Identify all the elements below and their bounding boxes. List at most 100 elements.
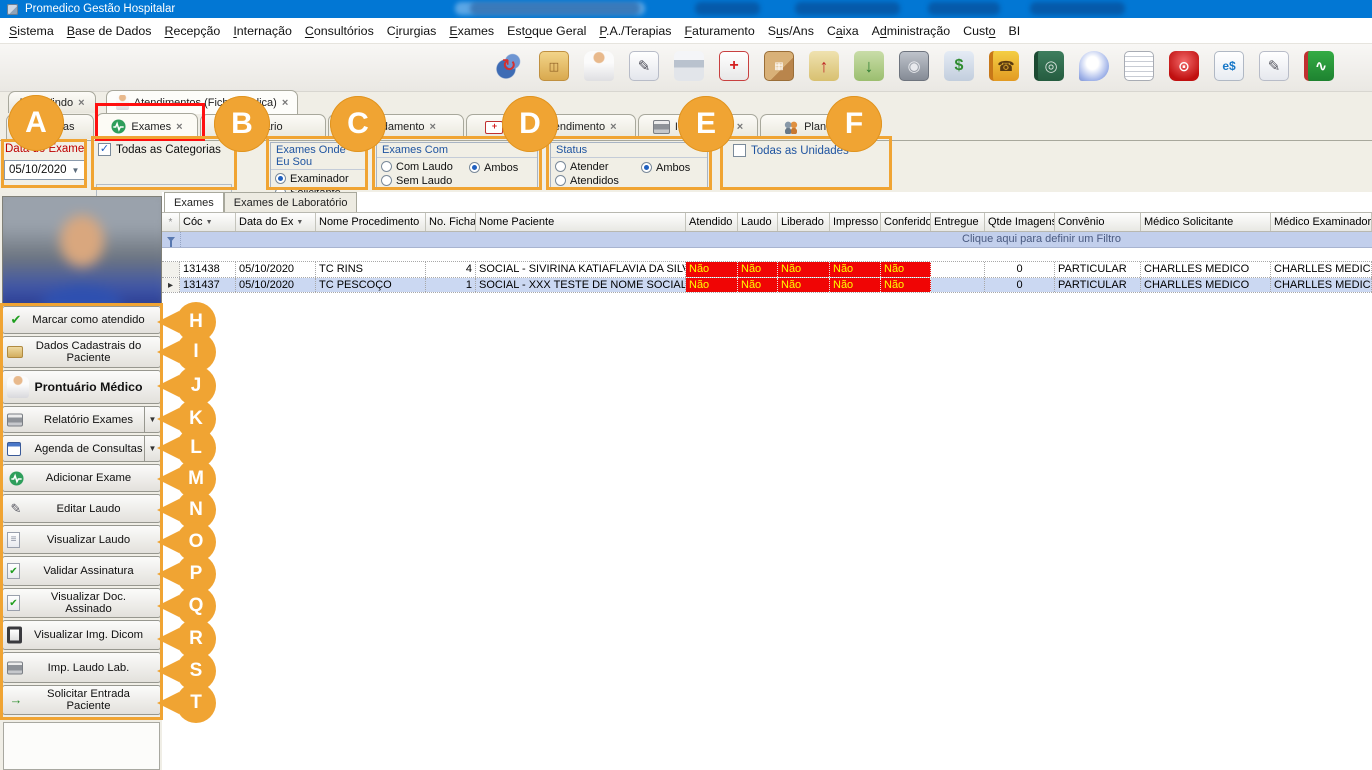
inventory-icon[interactable]: ▦ xyxy=(764,51,794,81)
menu-item-custo[interactable]: Custo xyxy=(963,24,995,38)
radio-dot[interactable] xyxy=(275,173,286,184)
column-header-impresso[interactable]: Impresso xyxy=(830,213,881,231)
invoice-report-icon[interactable] xyxy=(1124,51,1154,81)
radio-dot[interactable] xyxy=(381,161,392,172)
column-header-nome-paciente[interactable]: Nome Paciente xyxy=(476,213,686,231)
messages-icon[interactable] xyxy=(1079,51,1109,81)
sidebar-button-solicitar-entrada-paciente[interactable]: →Solicitar Entrada Paciente xyxy=(2,685,161,715)
sidebar-button-label: Dados Cadastrais do Paciente xyxy=(27,340,150,364)
column-header-liberado[interactable]: Liberado xyxy=(778,213,830,231)
sidebar-button-marcar-como-atendido[interactable]: ✔Marcar como atendido xyxy=(2,306,161,334)
sem-laudo-radio[interactable]: Sem Laudo xyxy=(381,174,537,187)
close-icon[interactable]: × xyxy=(610,121,616,133)
examinador-radio[interactable]: Examinador xyxy=(275,172,365,185)
menu-item-consultorios[interactable]: Consultórios xyxy=(305,24,374,38)
radio-dot[interactable] xyxy=(555,161,566,172)
sidebar-button-visualizar-laudo[interactable]: Visualizar Laudo xyxy=(2,525,161,554)
sidebar-button-adicionar-exame[interactable]: Adicionar Exame xyxy=(2,464,161,492)
revenue-up-icon[interactable]: ↑ xyxy=(809,51,839,81)
ambos-radio[interactable]: Ambos xyxy=(469,161,518,174)
column-header-medico-examinador[interactable]: Médico Examinador xyxy=(1271,213,1372,231)
menu-item-base-de-dados[interactable]: Base de Dados xyxy=(67,24,152,38)
tab-atendimentos-ficha-medica[interactable]: Atendimentos (Ficha Médica)× xyxy=(106,90,298,114)
sidebar-button-relatorio-exames[interactable]: Relatório Exames▼ xyxy=(2,406,161,433)
all-categories-checkbox[interactable]: ✓Todas as Categorias xyxy=(98,143,221,156)
system-monitor-icon[interactable]: ∿ xyxy=(1304,51,1334,81)
exam-date-combo[interactable]: 05/10/2020 ▼ xyxy=(4,160,85,180)
ambulance-icon[interactable]: + xyxy=(719,51,749,81)
expense-down-icon[interactable]: ↓ xyxy=(854,51,884,81)
ambos-status-radio[interactable]: Ambos xyxy=(641,161,690,174)
menu-item-p-a-terapias[interactable]: P.A./Terapias xyxy=(599,24,671,38)
sidebar-button-label: Editar Laudo xyxy=(56,503,120,515)
calendar-icon xyxy=(7,442,21,456)
close-icon[interactable]: × xyxy=(78,97,84,109)
menu-item-exames[interactable]: Exames xyxy=(449,24,494,38)
column-header-entregue[interactable]: Entregue xyxy=(931,213,985,231)
safe-icon[interactable]: ◉ xyxy=(899,51,929,81)
menu-item-bi[interactable]: BI xyxy=(1009,24,1021,38)
shutdown-icon[interactable]: ⊙ xyxy=(1169,51,1199,81)
column-header-medico-solicitante[interactable]: Médico Solicitante xyxy=(1141,213,1271,231)
menu-item-internacao[interactable]: Internação xyxy=(233,24,292,38)
menu-item-sus-ans[interactable]: Sus/Ans xyxy=(768,24,814,38)
menu-item-caixa[interactable]: Caixa xyxy=(827,24,859,38)
column-header-data-do-ex[interactable]: Data do Ex▼ xyxy=(236,213,316,231)
cell-medico-solicitante: CHARLLES MEDICO xyxy=(1141,278,1271,292)
doccheck-icon xyxy=(7,595,20,611)
column-header-atendido[interactable]: Atendido xyxy=(686,213,738,231)
checkbox-box[interactable] xyxy=(733,144,746,157)
signed-report-icon[interactable]: ✎ xyxy=(1259,51,1289,81)
grid-filter-row[interactable]: Clique aqui para definir um Filtro xyxy=(162,232,1372,248)
phone-directory-icon[interactable]: ☎ xyxy=(989,51,1019,81)
sidebar-button-editar-laudo[interactable]: ✎Editar Laudo xyxy=(2,494,161,523)
sidebar-button-prontuario-medico[interactable]: Prontuário Médico xyxy=(2,370,161,404)
close-icon[interactable]: × xyxy=(737,121,743,133)
radio-dot[interactable] xyxy=(469,162,480,173)
table-row[interactable]: ▸13143705/10/2020TC PESCOÇO1SOCIAL - XXX… xyxy=(162,277,1372,293)
atendidos-radio[interactable]: Atendidos xyxy=(555,174,707,187)
column-header-convenio[interactable]: Convênio xyxy=(1055,213,1141,231)
menu-item-sistema[interactable]: Sistema xyxy=(9,24,54,38)
cell-data-do-ex: 05/10/2020 xyxy=(236,278,316,292)
radio-dot[interactable] xyxy=(641,162,652,173)
grid-tab-exames[interactable]: Exames xyxy=(164,192,224,212)
table-row[interactable]: 13143805/10/2020TC RINS4SOCIAL - SIVIRIN… xyxy=(162,261,1372,277)
radio-dot[interactable] xyxy=(381,175,392,186)
doctor-icon[interactable] xyxy=(584,51,614,81)
column-header-laudo[interactable]: Laudo xyxy=(738,213,778,231)
menu-item-administracao[interactable]: Administração xyxy=(872,24,951,38)
close-icon[interactable]: × xyxy=(282,97,288,109)
contract-icon[interactable]: ✎ xyxy=(629,51,659,81)
grid-tab-exames-de-laboratorio[interactable]: Exames de Laboratório xyxy=(224,192,358,212)
hospital-bed-icon[interactable] xyxy=(674,51,704,81)
sidebar-button-dados-cadastrais-do-paciente[interactable]: Dados Cadastrais do Paciente xyxy=(2,336,161,368)
sidebar-button-imp-laudo-lab[interactable]: Imp. Laudo Lab. xyxy=(2,652,161,683)
menu-item-recepcao[interactable]: Recepção xyxy=(165,24,221,38)
close-icon[interactable]: × xyxy=(430,121,436,133)
radio-dot[interactable] xyxy=(555,175,566,186)
close-icon[interactable]: × xyxy=(176,121,182,133)
billing-calculator-icon[interactable]: $ xyxy=(944,51,974,81)
cell-no-ficha: 1 xyxy=(426,278,476,292)
column-label: Nome Paciente xyxy=(479,216,554,228)
column-header-coc[interactable]: Cóc▼ xyxy=(180,213,236,231)
column-header-nome-procedimento[interactable]: Nome Procedimento xyxy=(316,213,426,231)
sidebar-button-visualizar-img-dicom[interactable]: Visualizar Img. Dicom xyxy=(2,620,161,650)
column-header-no-ficha[interactable]: No. Ficha xyxy=(426,213,476,231)
sidebar-button-visualizar-doc-assinado[interactable]: Visualizar Doc. Assinado xyxy=(2,588,161,618)
column-header-qtde-imagens[interactable]: Qtde Imagens xyxy=(985,213,1055,231)
media-library-icon[interactable]: ◎ xyxy=(1034,51,1064,81)
all-units-checkbox[interactable]: Todas as Unidades xyxy=(733,144,849,157)
electronic-invoice-icon[interactable]: e$ xyxy=(1214,51,1244,81)
patient-transfer-icon[interactable]: ↻ xyxy=(494,51,524,81)
checkbox-box[interactable]: ✓ xyxy=(98,143,111,156)
menu-item-faturamento[interactable]: Faturamento xyxy=(684,24,754,38)
column-header-conferido[interactable]: Conferido xyxy=(881,213,931,231)
patient-records-icon[interactable]: ◫ xyxy=(539,51,569,81)
sidebar-button-agenda-de-consultas[interactable]: Agenda de Consultas▼ xyxy=(2,435,161,462)
sidebar-button-validar-assinatura[interactable]: Validar Assinatura xyxy=(2,556,161,586)
tab-exames[interactable]: Exames× xyxy=(96,113,198,140)
menu-item-cirurgias[interactable]: Cirurgias xyxy=(387,24,437,38)
menu-item-estoque-geral[interactable]: Estoque Geral xyxy=(507,24,586,38)
